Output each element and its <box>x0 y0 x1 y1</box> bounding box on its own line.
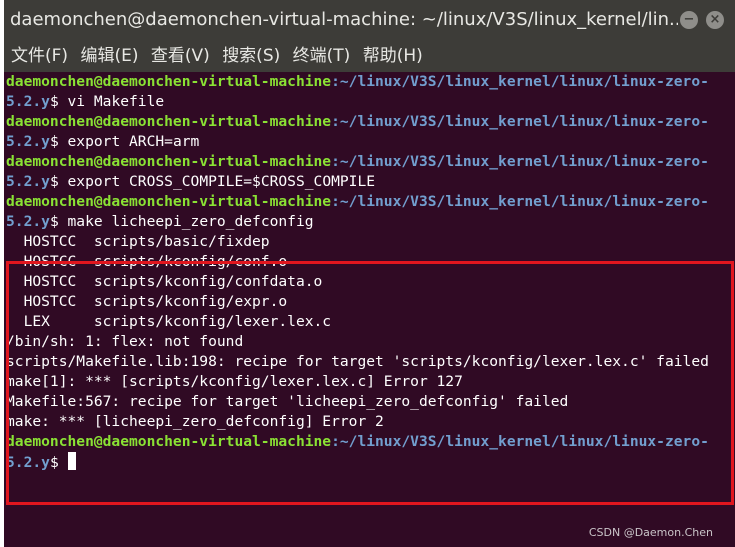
menu-bar: 文件(F) 编辑(E) 查看(V) 搜索(S) 终端(T) 帮助(H) <box>4 40 735 72</box>
error-line: scripts/Makefile.lib:198: recipe for tar… <box>6 353 709 370</box>
menu-edit[interactable]: 编辑(E) <box>73 40 138 72</box>
prompt-symbol: $ <box>49 454 59 471</box>
output-line: HOSTCC scripts/kconfig/expr.o <box>6 293 288 310</box>
minimize-icon[interactable]: − <box>680 11 698 29</box>
prompt-path: 5.2.y <box>6 454 50 471</box>
menu-view[interactable]: 查看(V) <box>144 40 210 72</box>
output-line: HOSTCC scripts/kconfig/confdata.o <box>6 273 323 290</box>
error-line: Makefile:567: recipe for target 'licheep… <box>6 393 569 410</box>
prompt-path: 5.2.y <box>6 213 50 230</box>
prompt-line: daemonchen@daemonchen-virtual-machine:~/… <box>4 432 735 452</box>
prompt-line: daemonchen@daemonchen-virtual-machine:~/… <box>4 152 735 172</box>
command-text: export ARCH=arm <box>58 133 200 150</box>
close-icon[interactable]: × <box>706 11 724 29</box>
prompt-line: daemonchen@daemonchen-virtual-machine:~/… <box>4 72 735 92</box>
prompt-path: :~/linux/V3S/linux_kernel/linux/linux-ze… <box>331 113 709 130</box>
error-line: /bin/sh: 1: flex: not found <box>6 333 244 350</box>
error-line: make: *** [licheepi_zero_defconfig] Erro… <box>6 413 384 430</box>
title-bar[interactable]: daemonchen@daemonchen-virtual-machine: ~… <box>4 0 735 40</box>
prompt-user-host: daemonchen@daemonchen-virtual-machine <box>6 153 332 170</box>
prompt-path: :~/linux/V3S/linux_kernel/linux/linux-ze… <box>331 73 709 90</box>
prompt-line: daemonchen@daemonchen-virtual-machine:~/… <box>4 112 735 132</box>
prompt-user-host: daemonchen@daemonchen-virtual-machine <box>6 193 332 210</box>
output-line: HOSTCC scripts/kconfig/conf.o <box>6 253 288 270</box>
prompt-user-host: daemonchen@daemonchen-virtual-machine <box>6 113 332 130</box>
prompt-symbol: $ <box>49 213 59 230</box>
terminal-window: daemonchen@daemonchen-virtual-machine: ~… <box>4 0 735 547</box>
prompt-user-host: daemonchen@daemonchen-virtual-machine <box>6 433 332 450</box>
text-cursor <box>67 452 76 470</box>
output-line: HOSTCC scripts/basic/fixdep <box>6 233 270 250</box>
prompt-line: daemonchen@daemonchen-virtual-machine:~/… <box>4 192 735 212</box>
prompt-path: 5.2.y <box>6 173 50 190</box>
terminal-output[interactable]: daemonchen@daemonchen-virtual-machine:~/… <box>4 72 735 547</box>
menu-help[interactable]: 帮助(H) <box>356 40 423 72</box>
window-title: daemonchen@daemonchen-virtual-machine: ~… <box>10 9 678 30</box>
command-line: 5.2.y$ vi Makefile <box>4 92 735 112</box>
prompt-path: 5.2.y <box>6 133 50 150</box>
prompt-path: 5.2.y <box>6 93 50 110</box>
menu-terminal[interactable]: 终端(T) <box>286 40 351 72</box>
prompt-symbol: $ <box>49 133 59 150</box>
prompt-path: :~/linux/V3S/linux_kernel/linux/linux-ze… <box>331 433 709 450</box>
command-text: export CROSS_COMPILE=$CROSS_COMPILE <box>58 173 376 190</box>
command-line: 5.2.y$ make licheepi_zero_defconfig <box>4 212 735 232</box>
prompt-path: :~/linux/V3S/linux_kernel/linux/linux-ze… <box>331 193 709 210</box>
menu-file[interactable]: 文件(F) <box>4 40 68 72</box>
prompt-symbol: $ <box>49 173 59 190</box>
command-text: vi Makefile <box>58 93 165 110</box>
prompt-path: :~/linux/V3S/linux_kernel/linux/linux-ze… <box>331 153 709 170</box>
error-line: make[1]: *** [scripts/kconfig/lexer.lex.… <box>6 373 463 390</box>
menu-search[interactable]: 搜索(S) <box>215 40 280 72</box>
command-text: make licheepi_zero_defconfig <box>58 213 314 230</box>
prompt-user-host: daemonchen@daemonchen-virtual-machine <box>6 73 332 90</box>
prompt-symbol: $ <box>49 93 59 110</box>
command-line: 5.2.y$ export ARCH=arm <box>4 132 735 152</box>
command-line: 5.2.y$ <box>4 452 735 472</box>
command-line: 5.2.y$ export CROSS_COMPILE=$CROSS_COMPI… <box>4 172 735 192</box>
output-line: LEX scripts/kconfig/lexer.lex.c <box>6 313 332 330</box>
watermark: CSDN @Daemon.Chen <box>588 526 713 539</box>
